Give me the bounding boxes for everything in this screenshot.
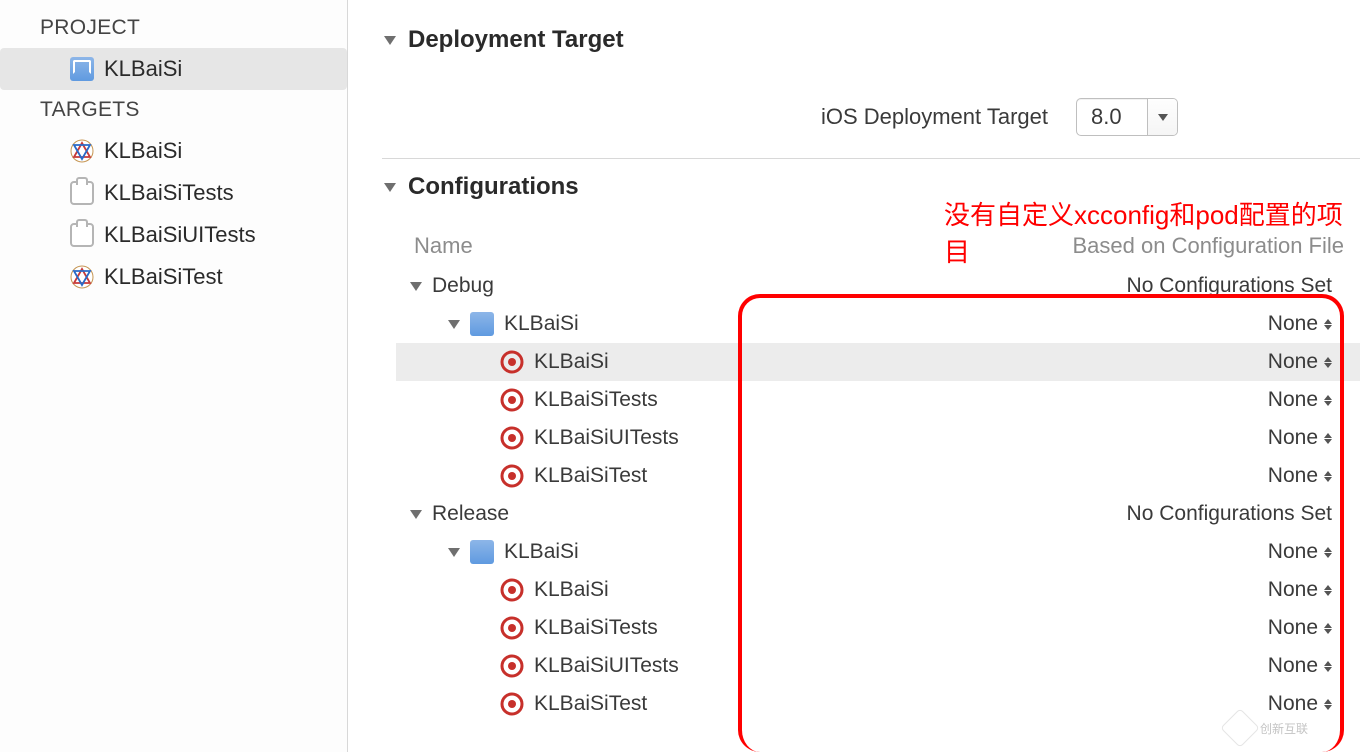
config-name: Debug — [432, 274, 494, 298]
configurations-table: Debug No Configurations Set KLBaiSi None… — [396, 267, 1360, 723]
watermark-logo-icon — [1220, 708, 1260, 748]
config-group-row[interactable]: Release No Configurations Set — [396, 495, 1360, 533]
config-target-row[interactable]: KLBaiSiTest None — [396, 457, 1360, 495]
section-title: Configurations — [408, 173, 579, 201]
config-target-row[interactable]: KLBaiSiUITests None — [396, 419, 1360, 457]
config-target-row[interactable]: KLBaiSi None — [396, 343, 1360, 381]
targets-section-header: TARGETS — [0, 90, 347, 130]
stepper-icon — [1324, 395, 1332, 406]
target-item[interactable]: KLBaiSiTest — [0, 256, 347, 298]
config-file-select[interactable]: None — [1268, 578, 1332, 602]
target-label: KLBaiSiTest — [104, 264, 223, 290]
config-file-select[interactable]: None — [1268, 540, 1332, 564]
config-target-name: KLBaiSiUITests — [534, 426, 679, 450]
app-target-icon — [70, 265, 94, 289]
config-target-name: KLBaiSi — [534, 350, 609, 374]
disclosure-triangle-icon[interactable] — [448, 320, 460, 329]
target-bullseye-icon — [500, 654, 524, 678]
config-target-row[interactable]: KLBaiSiTests None — [396, 609, 1360, 647]
target-label: KLBaiSi — [104, 138, 182, 164]
project-label: KLBaiSi — [104, 56, 182, 82]
watermark: 创新互联 — [1226, 708, 1356, 748]
config-target-name: KLBaiSiTest — [534, 464, 647, 488]
target-item[interactable]: KLBaiSiTests — [0, 172, 347, 214]
target-bullseye-icon — [500, 388, 524, 412]
xcode-project-icon — [70, 57, 94, 81]
project-item[interactable]: KLBaiSi — [0, 48, 347, 90]
stepper-icon — [1324, 585, 1332, 596]
deployment-target-label: iOS Deployment Target — [348, 104, 1076, 130]
test-target-icon — [70, 181, 94, 205]
config-target-name: KLBaiSiUITests — [534, 654, 679, 678]
deployment-target-row: iOS Deployment Target 8.0 — [348, 62, 1360, 158]
stepper-icon — [1324, 547, 1332, 558]
target-bullseye-icon — [500, 426, 524, 450]
annotation-text: 没有自定义xcconfig和pod配置的项目 — [944, 195, 1360, 269]
config-file-select[interactable]: None — [1268, 426, 1332, 450]
section-title: Deployment Target — [408, 26, 624, 54]
deployment-target-value: 8.0 — [1077, 104, 1147, 130]
config-file-select[interactable]: None — [1268, 464, 1332, 488]
config-file-select[interactable]: None — [1268, 654, 1332, 678]
test-target-icon — [70, 223, 94, 247]
config-file-select[interactable]: None — [1268, 616, 1332, 640]
stepper-icon — [1324, 319, 1332, 330]
config-status: No Configurations Set — [1127, 502, 1332, 526]
config-target-name: KLBaiSi — [534, 578, 609, 602]
config-target-name: KLBaiSiTests — [534, 388, 658, 412]
disclosure-triangle-icon[interactable] — [448, 548, 460, 557]
stepper-icon — [1324, 623, 1332, 634]
xcode-project-icon — [470, 312, 494, 336]
project-navigator: PROJECT KLBaiSi TARGETS KLBaiSi KLBaiSiT… — [0, 0, 348, 752]
project-section-header: PROJECT — [0, 8, 347, 48]
stepper-icon — [1324, 433, 1332, 444]
config-file-select[interactable]: None — [1268, 388, 1332, 412]
disclosure-triangle-icon[interactable] — [410, 510, 422, 519]
stepper-icon — [1324, 471, 1332, 482]
watermark-text: 创新互联 — [1260, 720, 1308, 737]
config-project-name: KLBaiSi — [504, 540, 579, 564]
config-target-row[interactable]: KLBaiSiTests None — [396, 381, 1360, 419]
stepper-icon — [1324, 661, 1332, 672]
xcode-project-icon — [470, 540, 494, 564]
target-bullseye-icon — [500, 350, 524, 374]
target-bullseye-icon — [500, 464, 524, 488]
target-bullseye-icon — [500, 578, 524, 602]
target-item[interactable]: KLBaiSi — [0, 130, 347, 172]
deployment-target-section[interactable]: Deployment Target — [348, 18, 1360, 62]
config-target-row[interactable]: KLBaiSi None — [396, 571, 1360, 609]
config-project-row[interactable]: KLBaiSi None — [396, 533, 1360, 571]
target-bullseye-icon — [500, 616, 524, 640]
target-item[interactable]: KLBaiSiUITests — [0, 214, 347, 256]
disclosure-triangle-icon[interactable] — [410, 282, 422, 291]
target-label: KLBaiSiTests — [104, 180, 234, 206]
disclosure-triangle-icon[interactable] — [384, 36, 396, 45]
config-status: No Configurations Set — [1127, 274, 1332, 298]
deployment-target-combobox[interactable]: 8.0 — [1076, 98, 1178, 136]
column-name: Name — [414, 233, 473, 259]
config-file-select[interactable]: None — [1268, 312, 1332, 336]
config-project-name: KLBaiSi — [504, 312, 579, 336]
config-target-name: KLBaiSiTest — [534, 692, 647, 716]
target-label: KLBaiSiUITests — [104, 222, 256, 248]
dropdown-arrow-icon[interactable] — [1147, 99, 1177, 135]
config-target-name: KLBaiSiTests — [534, 616, 658, 640]
config-group-row[interactable]: Debug No Configurations Set — [396, 267, 1360, 305]
config-file-select[interactable]: None — [1268, 350, 1332, 374]
config-target-row[interactable]: KLBaiSiTest None — [396, 685, 1360, 723]
target-bullseye-icon — [500, 692, 524, 716]
disclosure-triangle-icon[interactable] — [384, 183, 396, 192]
config-target-row[interactable]: KLBaiSiUITests None — [396, 647, 1360, 685]
section-divider — [382, 158, 1360, 159]
app-target-icon — [70, 139, 94, 163]
config-project-row[interactable]: KLBaiSi None — [396, 305, 1360, 343]
config-name: Release — [432, 502, 509, 526]
stepper-icon — [1324, 357, 1332, 368]
editor-pane: Deployment Target iOS Deployment Target … — [348, 0, 1360, 752]
